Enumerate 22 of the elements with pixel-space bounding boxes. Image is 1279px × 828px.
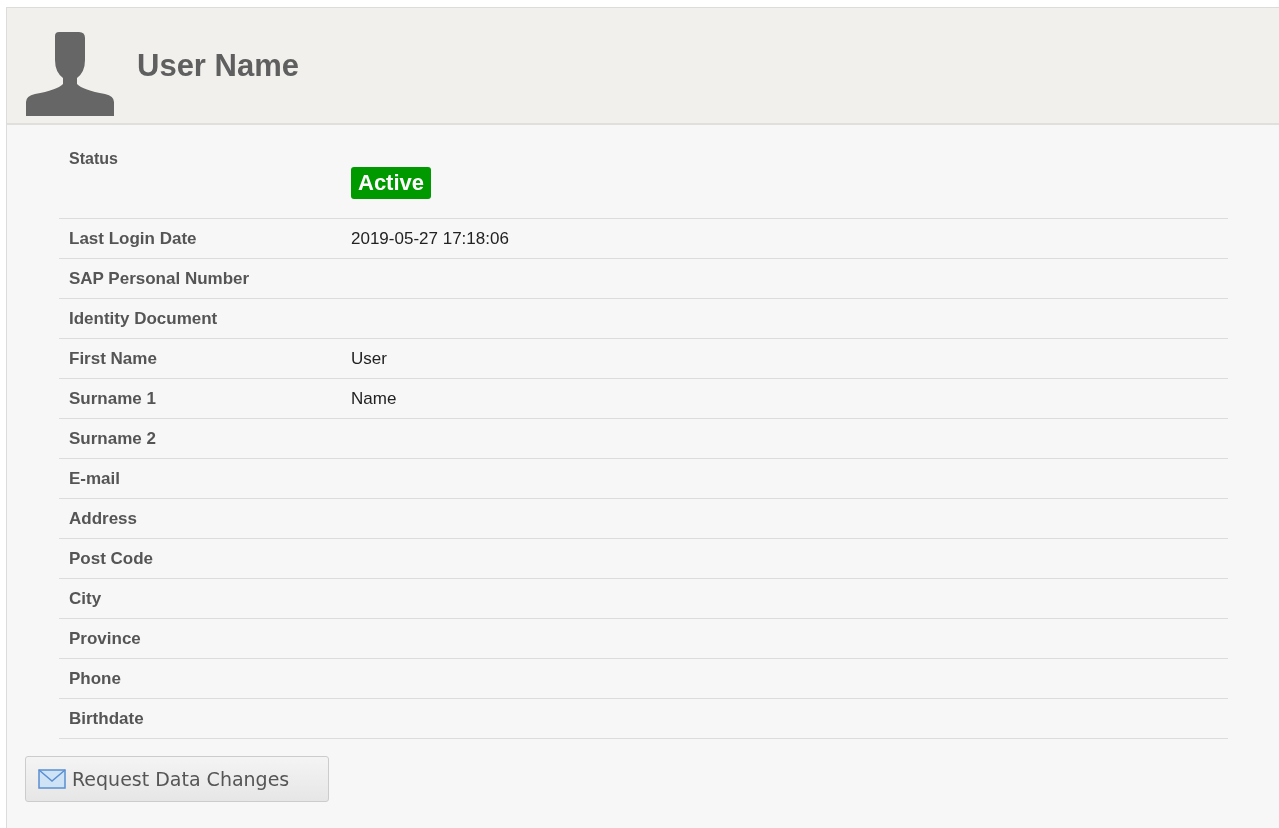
field-label: City <box>68 588 103 609</box>
avatar-icon <box>25 31 115 116</box>
field-label: First Name <box>68 348 158 369</box>
field-label: Surname 1 <box>68 388 157 409</box>
request-changes-button[interactable]: Request Data Changes <box>25 756 329 802</box>
field-label: SAP Personal Number <box>68 268 251 289</box>
field-value: 2019-05-27 17:18:06 <box>351 228 510 249</box>
field-label: Status <box>68 149 119 168</box>
user-name-title: User Name <box>137 47 299 84</box>
field-label: Phone <box>68 668 122 689</box>
field-label: E-mail <box>68 468 122 489</box>
field-label: Address <box>68 508 139 529</box>
field-label: Province <box>68 628 142 649</box>
envelope-icon <box>38 769 66 789</box>
field-value: User <box>351 348 388 369</box>
field-value: Name <box>351 388 398 409</box>
field-label: Identity Document <box>68 308 219 329</box>
field-label: Birthdate <box>68 708 145 729</box>
status-badge: Active <box>351 167 432 199</box>
field-label: Last Login Date <box>68 228 198 249</box>
field-label: Post Code <box>68 548 155 569</box>
field-label: Surname 2 <box>68 428 157 449</box>
